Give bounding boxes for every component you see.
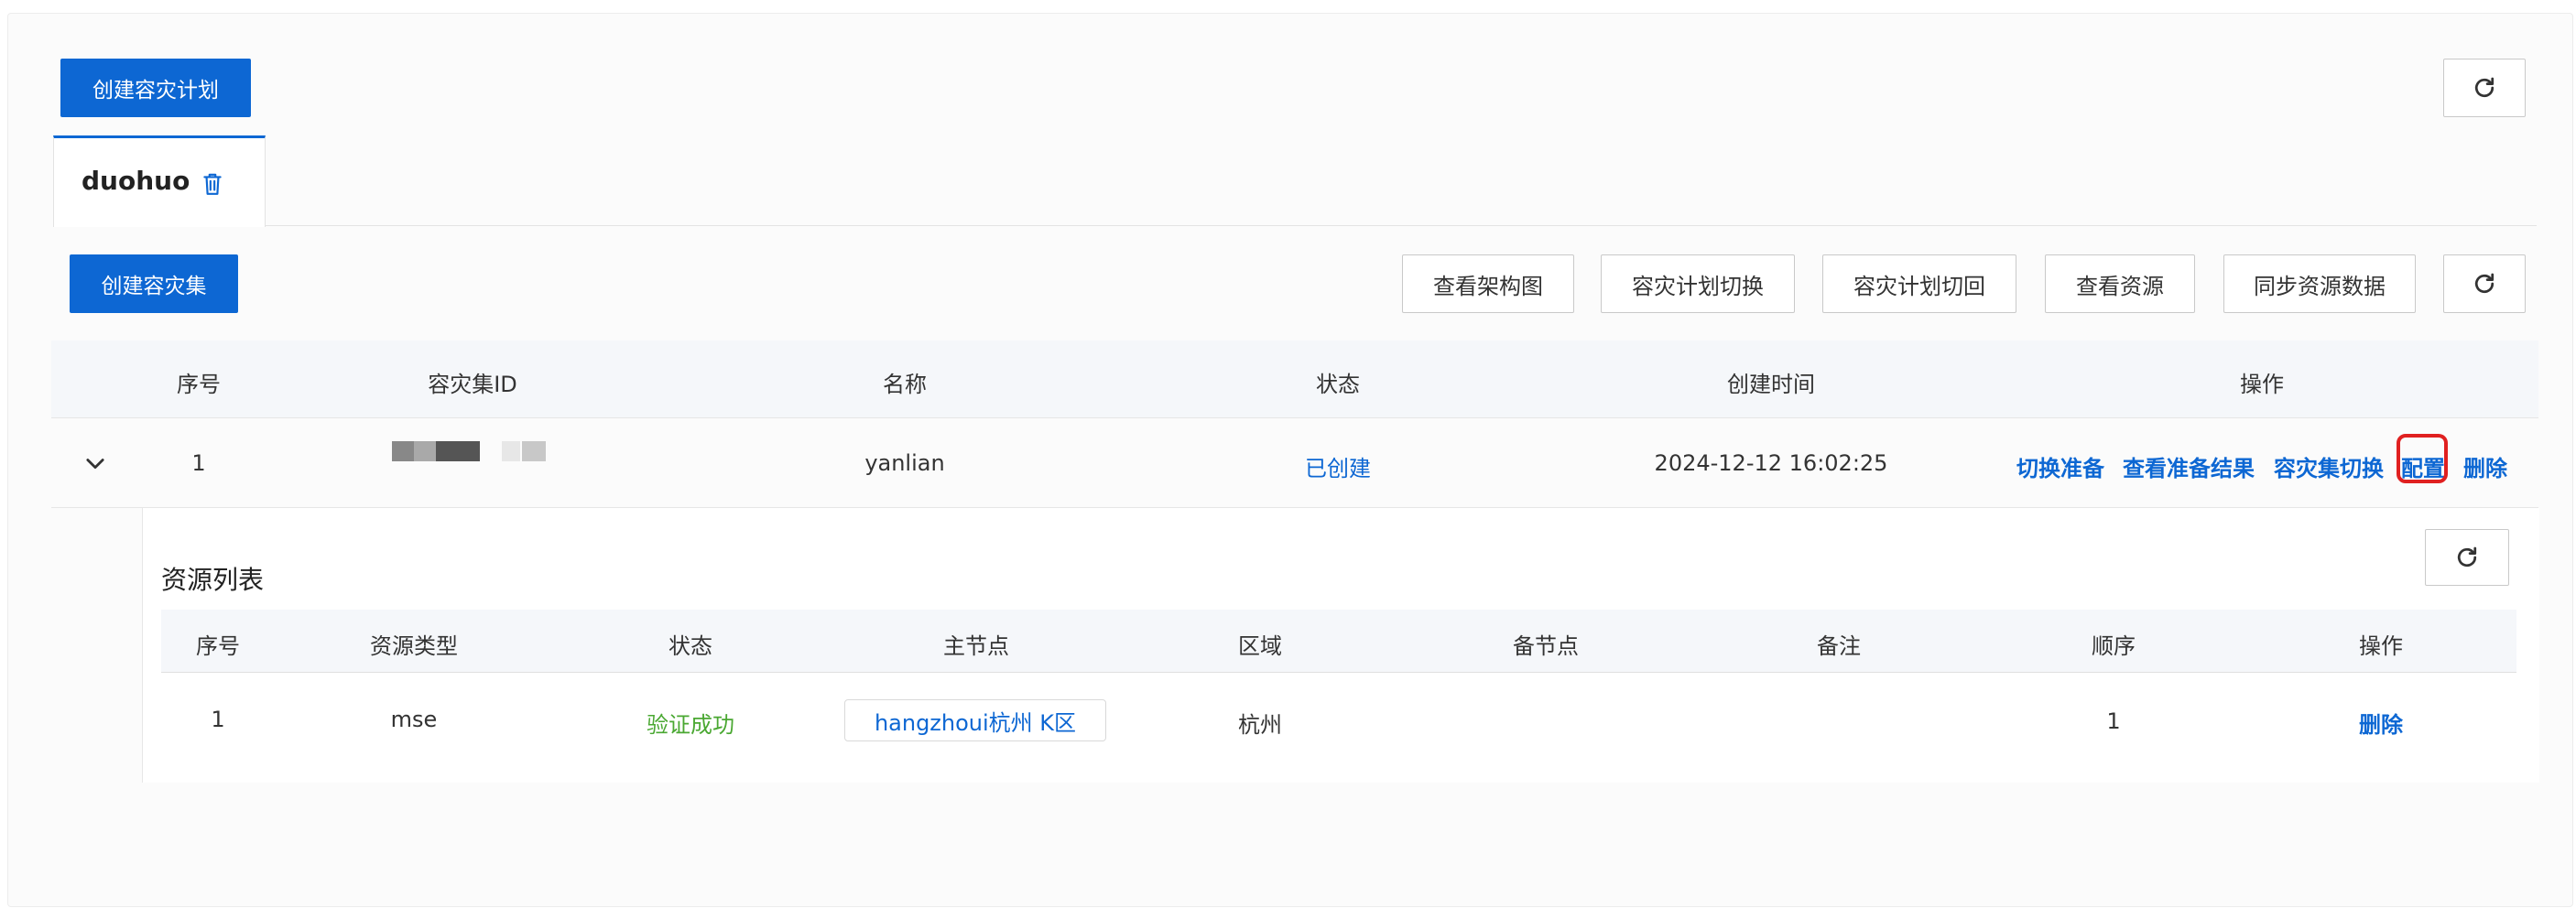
column-header-created: 创建时间: [1727, 372, 1815, 397]
delete-resource-link[interactable]: 删除: [2359, 707, 2403, 739]
refresh-icon: [2457, 546, 2477, 568]
view-prepare-result-link[interactable]: 查看准备结果: [2123, 450, 2255, 482]
resource-table-header: [161, 610, 2516, 673]
primary-node-tag[interactable]: hangzhoui杭州 K区: [844, 699, 1106, 741]
create-plan-button[interactable]: 创建容灾计划: [60, 59, 251, 117]
row-created-time: 2024-12-12 16:02:25: [1654, 450, 1888, 476]
resource-column-order: 顺序: [2092, 633, 2136, 659]
resource-status-badge: 验证成功: [647, 712, 734, 738]
resource-column-primary: 主节点: [943, 633, 1009, 659]
refresh-icon: [2474, 77, 2494, 98]
resource-column-type: 资源类型: [370, 633, 458, 659]
status-badge: 已创建: [1305, 456, 1371, 481]
tab-label: duohuo: [82, 166, 190, 196]
sync-resource-data-button[interactable]: 同步资源数据: [2223, 254, 2416, 313]
view-architecture-button[interactable]: 查看架构图: [1402, 254, 1574, 313]
resource-row-type: mse: [390, 707, 438, 732]
create-set-button[interactable]: 创建容灾集: [70, 254, 238, 313]
resource-panel-title: 资源列表: [161, 565, 265, 595]
resource-column-index: 序号: [196, 633, 240, 659]
main-table-header: [51, 340, 2538, 418]
column-header-name: 名称: [883, 372, 927, 397]
set-switch-link[interactable]: 容灾集切换: [2274, 450, 2384, 482]
highlight-box: [2397, 434, 2448, 483]
plan-switch-button[interactable]: 容灾计划切换: [1601, 254, 1795, 313]
refresh-sets-button[interactable]: [2443, 254, 2526, 313]
resource-column-actions: 操作: [2359, 633, 2403, 659]
trash-icon[interactable]: [201, 171, 224, 200]
chevron-down-icon[interactable]: [82, 450, 108, 480]
resource-row-index: 1: [211, 707, 225, 732]
resource-column-region: 区域: [1238, 633, 1282, 659]
resource-column-status: 状态: [668, 633, 712, 659]
row-index: 1: [191, 450, 206, 476]
refresh-plan-button[interactable]: [2443, 59, 2526, 117]
delete-set-link[interactable]: 删除: [2463, 450, 2507, 482]
view-resources-button[interactable]: 查看资源: [2045, 254, 2195, 313]
resource-column-backup: 备节点: [1513, 633, 1579, 659]
column-header-status: 状态: [1316, 372, 1360, 397]
row-name: yanlian: [864, 450, 945, 476]
refresh-icon: [2474, 273, 2494, 294]
column-header-index: 序号: [177, 372, 221, 397]
resource-row-region: 杭州: [1238, 712, 1282, 738]
refresh-resources-button[interactable]: [2425, 529, 2509, 586]
tab-duohuo[interactable]: duohuo: [53, 135, 266, 227]
column-header-actions: 操作: [2240, 372, 2284, 397]
plan-switchback-button[interactable]: 容灾计划切回: [1822, 254, 2016, 313]
resource-row-order: 1: [2106, 708, 2121, 734]
prepare-switch-link[interactable]: 切换准备: [2016, 450, 2104, 482]
tab-divider: [266, 225, 2537, 226]
resource-column-note: 备注: [1817, 633, 1861, 659]
column-header-id: 容灾集ID: [428, 372, 517, 397]
